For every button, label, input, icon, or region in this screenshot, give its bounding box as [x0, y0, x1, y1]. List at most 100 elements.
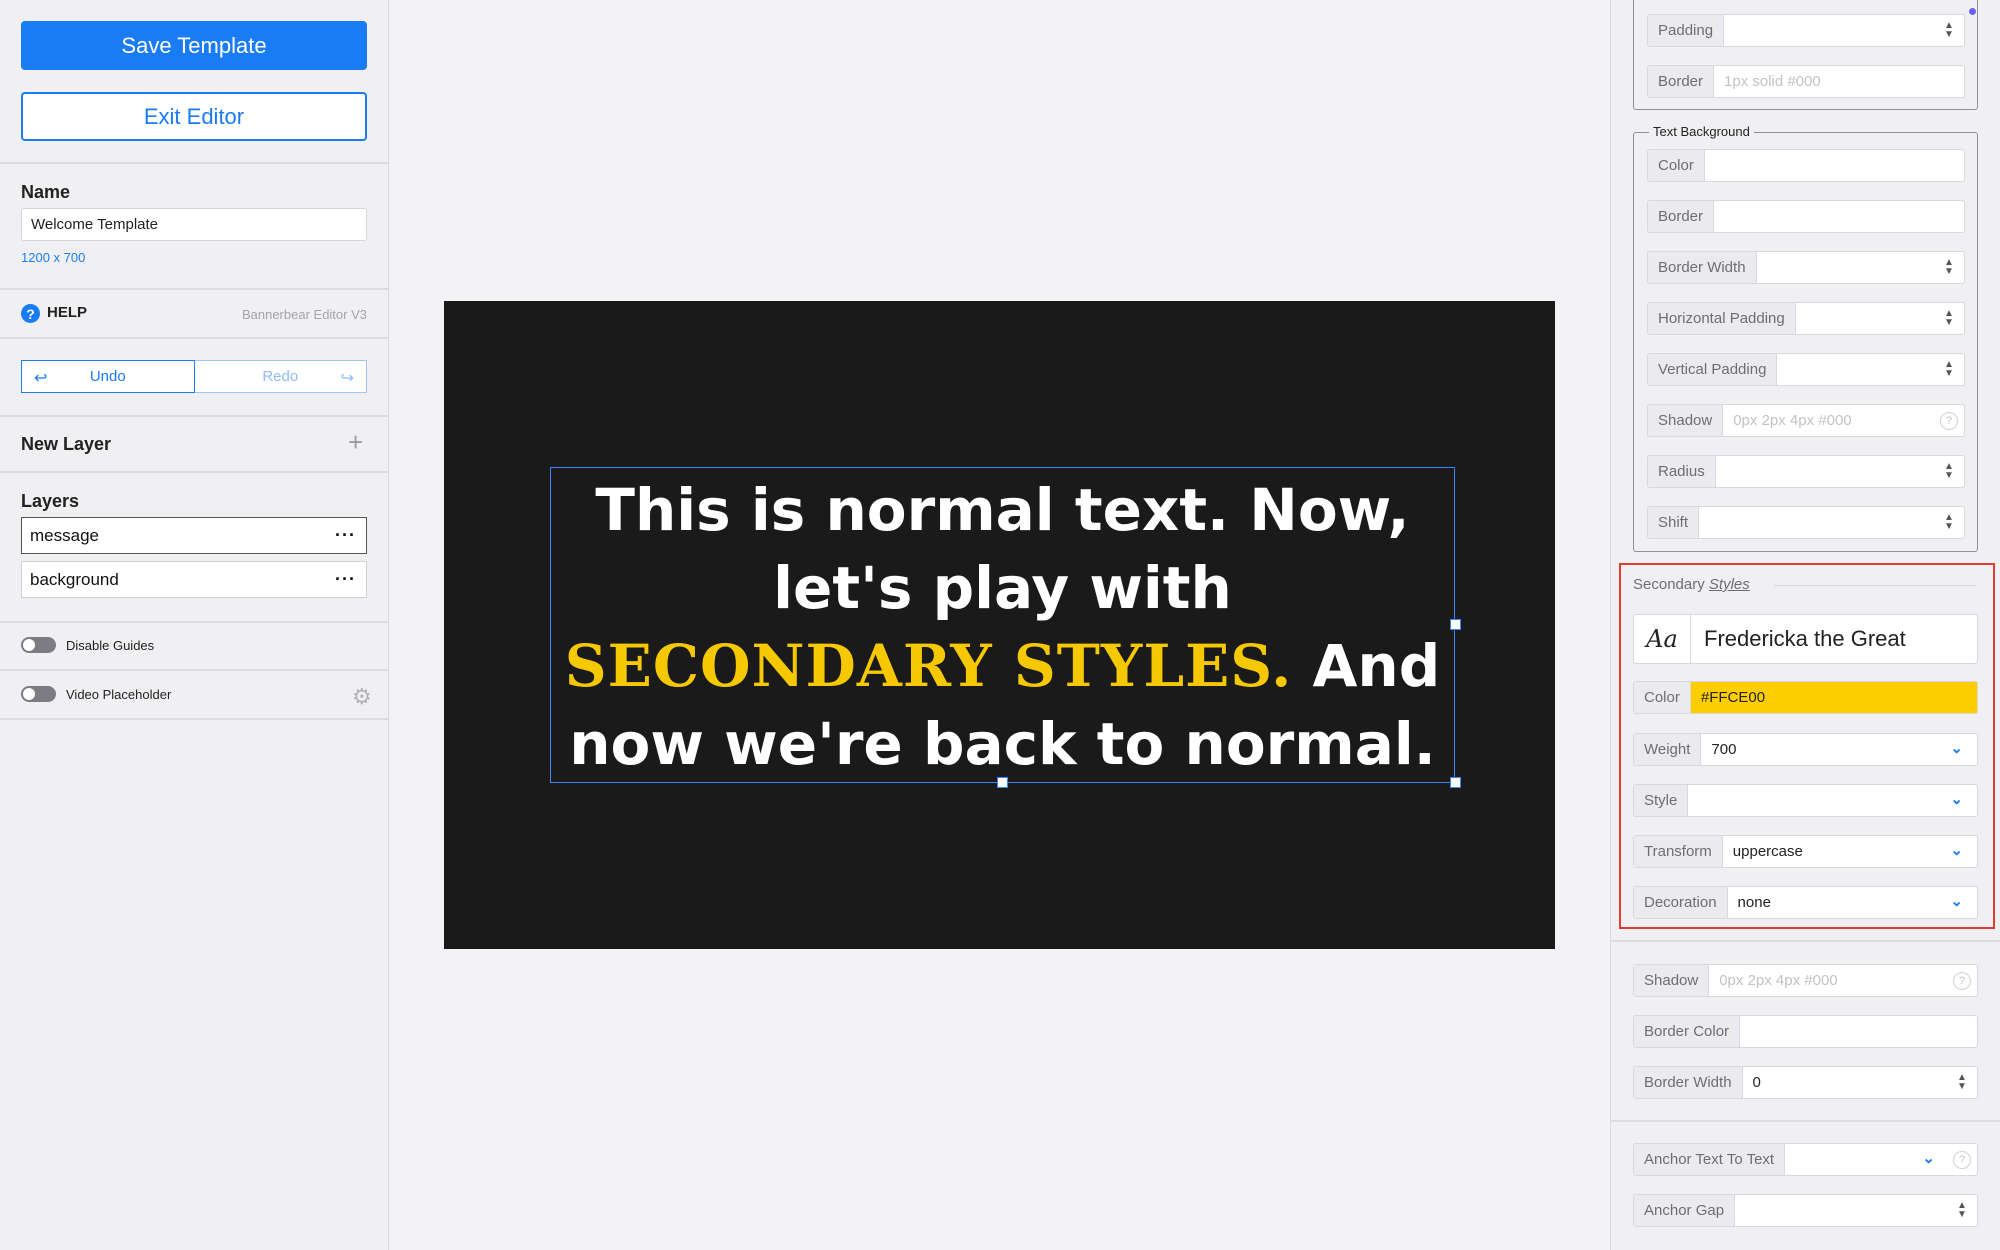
- bg-horizontal-padding-field[interactable]: Horizontal Padding ▲ ▼: [1647, 302, 1965, 335]
- bg-shift-input[interactable]: ▲ ▼: [1699, 507, 1964, 538]
- divider: [0, 337, 389, 339]
- new-layer-label[interactable]: New Layer: [21, 434, 111, 455]
- secondary-style-label: Style: [1634, 785, 1689, 816]
- selection-box: [550, 467, 1455, 783]
- stepper-icon[interactable]: ▲ ▼: [1942, 462, 1956, 482]
- secondary-weight-select[interactable]: Weight 700 ⌄: [1633, 733, 1978, 766]
- stepper-icon[interactable]: ▲ ▼: [1942, 513, 1956, 533]
- help-icon[interactable]: ?: [1953, 1151, 1971, 1169]
- divider: [0, 669, 389, 671]
- layer-item-background[interactable]: background ···: [21, 561, 367, 598]
- stepper-icon[interactable]: ▲ ▼: [1942, 360, 1956, 380]
- bg-border-width-input[interactable]: ▲ ▼: [1757, 252, 1964, 283]
- disable-guides-label: Disable Guides: [66, 638, 155, 653]
- divider: [0, 288, 389, 290]
- anchor-text-label: Anchor Text To Text: [1634, 1144, 1786, 1175]
- bg-shift-field[interactable]: Shift ▲ ▼: [1647, 506, 1965, 539]
- bg-vertical-padding-field[interactable]: Vertical Padding ▲ ▼: [1647, 353, 1965, 386]
- border-field[interactable]: Border 1px solid #000: [1647, 65, 1965, 98]
- help-icon[interactable]: ?: [1940, 412, 1958, 430]
- bg-radius-label: Radius: [1648, 456, 1716, 487]
- resize-handle[interactable]: [1450, 777, 1461, 788]
- template-name-input[interactable]: Welcome Template: [21, 208, 367, 241]
- layer-menu-icon[interactable]: ···: [335, 525, 356, 546]
- border-label: Border: [1648, 66, 1715, 97]
- secondary-weight-label: Weight: [1634, 734, 1702, 765]
- video-placeholder-toggle[interactable]: [21, 686, 56, 702]
- divider: [0, 471, 389, 473]
- secondary-style-select[interactable]: Style ⌄: [1633, 784, 1978, 817]
- secondary-transform-select[interactable]: Transform uppercase ⌄: [1633, 835, 1978, 868]
- layer-item-message[interactable]: message ···: [21, 517, 367, 554]
- bg-vertical-padding-input[interactable]: ▲ ▼: [1777, 354, 1964, 385]
- padding-input[interactable]: ▲ ▼: [1724, 15, 1964, 46]
- bg-border-width-field[interactable]: Border Width ▲ ▼: [1647, 251, 1965, 284]
- template-canvas[interactable]: This is normal text. Now, let's play wit…: [444, 301, 1555, 949]
- anchor-text-to-text-select[interactable]: Anchor Text To Text ⌄ ?: [1633, 1143, 1978, 1176]
- bg-shadow-field[interactable]: Shadow 0px 2px 4px #000 ?: [1647, 404, 1965, 437]
- border-color-field[interactable]: Border Color: [1633, 1015, 1978, 1048]
- anchor-gap-field[interactable]: Anchor Gap ▲ ▼: [1633, 1194, 1978, 1227]
- border-color-label: Border Color: [1634, 1016, 1741, 1047]
- stepper-icon[interactable]: ▲ ▼: [1942, 309, 1956, 329]
- help-icon[interactable]: ?: [1953, 972, 1971, 990]
- redo-button[interactable]: Redo ↪: [194, 360, 367, 393]
- help-link[interactable]: HELP: [47, 304, 87, 321]
- layer-menu-icon[interactable]: ···: [335, 569, 356, 590]
- stepper-icon[interactable]: ▲ ▼: [1942, 258, 1956, 278]
- bg-border-input[interactable]: [1714, 201, 1964, 232]
- secondary-color-field[interactable]: Color #FFCE00: [1633, 681, 1978, 714]
- left-sidebar: Save Template Exit Editor Name Welcome T…: [0, 0, 389, 1250]
- bg-border-label: Border: [1648, 201, 1715, 232]
- font-picker[interactable]: Aa Fredericka the Great: [1633, 614, 1978, 664]
- divider: [0, 162, 389, 164]
- resize-handle[interactable]: [1450, 619, 1461, 630]
- secondary-decoration-select[interactable]: Decoration none ⌄: [1633, 886, 1978, 919]
- bg-color-input[interactable]: [1705, 150, 1964, 181]
- bg-shadow-input[interactable]: 0px 2px 4px #000: [1723, 405, 1934, 436]
- divider: [0, 415, 389, 417]
- secondary-weight-value: 700 ⌄: [1701, 734, 1977, 765]
- shadow-field[interactable]: Shadow 0px 2px 4px #000 ?: [1633, 964, 1978, 997]
- secondary-decoration-label: Decoration: [1634, 887, 1728, 918]
- decoration-value-text: none: [1737, 894, 1771, 911]
- secondary-color-input[interactable]: #FFCE00: [1690, 682, 1977, 713]
- exit-editor-button[interactable]: Exit Editor: [21, 92, 367, 141]
- anchor-gap-input[interactable]: ▲ ▼: [1735, 1195, 1977, 1226]
- bg-radius-input[interactable]: ▲ ▼: [1716, 456, 1964, 487]
- undo-button[interactable]: ↩ Undo: [21, 360, 195, 393]
- bg-border-field[interactable]: Border: [1647, 200, 1965, 233]
- shadow-input[interactable]: 0px 2px 4px #000: [1709, 965, 1947, 996]
- add-layer-icon[interactable]: +: [348, 429, 363, 455]
- border-width-field[interactable]: Border Width 0 ▲ ▼: [1633, 1066, 1978, 1099]
- chevron-down-icon: ⌄: [1950, 791, 1963, 808]
- font-icon: Aa: [1634, 615, 1691, 663]
- stepper-icon[interactable]: ▲ ▼: [1942, 21, 1956, 41]
- divider: [1610, 544, 2000, 546]
- bg-color-field[interactable]: Color: [1647, 149, 1965, 182]
- bg-horizontal-padding-input[interactable]: ▲ ▼: [1796, 303, 1964, 334]
- shadow-label: Shadow: [1634, 965, 1710, 996]
- resize-handle[interactable]: [997, 777, 1008, 788]
- bg-horizontal-padding-label: Horizontal Padding: [1648, 303, 1796, 334]
- border-input[interactable]: 1px solid #000: [1714, 66, 1964, 97]
- stepper-icon[interactable]: ▲ ▼: [1955, 1201, 1969, 1221]
- secondary-color-label: Color: [1634, 682, 1691, 713]
- gear-icon[interactable]: ⚙: [352, 684, 372, 710]
- disable-guides-toggle[interactable]: [21, 637, 56, 653]
- padding-label: Padding: [1648, 15, 1725, 46]
- border-width-input[interactable]: 0 ▲ ▼: [1743, 1067, 1977, 1098]
- bg-color-label: Color: [1648, 150, 1705, 181]
- stepper-icon[interactable]: ▲ ▼: [1955, 1073, 1969, 1093]
- save-template-button[interactable]: Save Template: [21, 21, 367, 70]
- border-width-label: Border Width: [1634, 1067, 1743, 1098]
- border-color-input[interactable]: [1740, 1016, 1977, 1047]
- padding-field[interactable]: Padding ▲ ▼: [1647, 14, 1965, 47]
- chevron-down-icon: ⌄: [1950, 740, 1963, 757]
- secondary-title-em: Styles: [1708, 576, 1750, 593]
- bg-radius-field[interactable]: Radius ▲ ▼: [1647, 455, 1965, 488]
- name-label: Name: [21, 182, 71, 202]
- video-placeholder-label: Video Placeholder: [66, 687, 172, 702]
- text-background-legend: Text Background: [1649, 124, 1754, 139]
- help-icon[interactable]: ?: [21, 304, 40, 323]
